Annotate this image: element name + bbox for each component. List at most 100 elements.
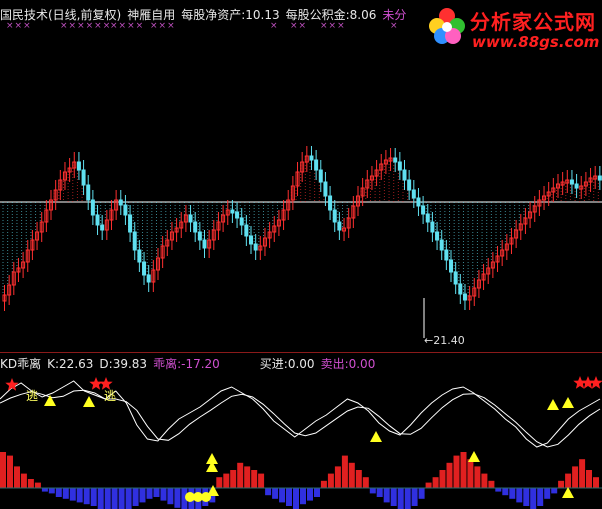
deviation-bar — [14, 466, 20, 488]
candle-body — [230, 209, 235, 214]
candle-body — [146, 274, 151, 283]
logo-title: 分析家公式网 — [470, 10, 596, 34]
deviation-bar — [160, 488, 167, 501]
deviation-bar — [467, 459, 474, 488]
yellow-triangle-icon — [547, 399, 559, 410]
red-star-icon — [99, 377, 113, 390]
candle-body — [253, 243, 258, 251]
flower-logo-icon — [429, 8, 465, 44]
deviation-bar — [251, 470, 258, 488]
candle-body — [318, 169, 323, 183]
deviation-bar — [125, 488, 132, 509]
candle-body — [123, 204, 128, 216]
candle-body — [402, 169, 407, 181]
deviation-bar — [300, 488, 306, 505]
candle-body — [449, 259, 454, 273]
yellow-triangle-icon — [468, 451, 480, 462]
red-star-icon — [89, 377, 103, 390]
candle-body — [453, 271, 458, 285]
deviation-bar — [411, 488, 418, 506]
candle-body — [435, 231, 440, 241]
candle-body — [249, 235, 254, 245]
candle-body — [76, 161, 81, 171]
candle-body — [411, 189, 416, 199]
low-price-label: ←21.40 — [424, 334, 465, 347]
deviation-bar — [132, 488, 139, 506]
deviation-bar — [69, 488, 76, 501]
deviation-bar — [502, 488, 509, 496]
candle-body — [132, 231, 137, 251]
candle-body — [90, 199, 95, 216]
candle-body — [393, 157, 398, 163]
deviation-bar — [397, 488, 404, 509]
deviation-bar — [390, 488, 397, 506]
deviation-bar — [404, 488, 411, 509]
candle-body — [444, 249, 449, 261]
deviation-bar — [20, 473, 27, 488]
yellow-triangle-icon — [44, 395, 56, 406]
deviation-bar — [118, 488, 125, 509]
deviation-bar — [139, 488, 146, 503]
volume-hlines — [2, 156, 599, 300]
deviation-bar — [153, 488, 160, 497]
deviation-bar — [76, 488, 83, 503]
candle-body — [142, 261, 147, 276]
deviation-bar — [453, 455, 460, 488]
deviation-bars — [0, 452, 599, 509]
deviation-bar — [265, 488, 272, 496]
deviation-bar — [586, 470, 592, 488]
deviation-bar — [293, 488, 299, 509]
k-line — [0, 380, 601, 448]
deviation-bar — [48, 488, 55, 494]
deviation-bar — [369, 488, 376, 494]
deviation-bar — [272, 488, 279, 499]
deviation-bar — [334, 466, 341, 488]
deviation-bar — [439, 470, 446, 488]
yellow-triangle-icon — [370, 431, 382, 442]
candle-body — [332, 209, 337, 223]
deviation-bar — [383, 488, 390, 503]
deviation-bar — [0, 452, 6, 488]
deviation-bar — [481, 473, 488, 488]
deviation-bar — [244, 466, 251, 488]
deviation-bar — [237, 462, 244, 488]
low-marker: ←21.40 — [423, 298, 465, 347]
candle-body — [81, 169, 86, 186]
candle-body — [323, 181, 328, 197]
deviation-bar — [460, 452, 467, 488]
kd-indicator-chart[interactable]: 逃 逃 — [0, 369, 602, 509]
deviation-bar — [327, 473, 334, 488]
deviation-bar — [314, 488, 320, 497]
candle-body — [197, 231, 202, 241]
deviation-bar — [432, 477, 439, 488]
deviation-bar — [523, 488, 530, 506]
candle-body — [337, 221, 342, 231]
yellow-triangle-icon — [562, 487, 574, 498]
candle-body — [314, 159, 319, 171]
deviation-bar — [341, 455, 348, 488]
candle-body — [137, 249, 142, 263]
candle-body — [128, 214, 133, 233]
deviation-bar — [146, 488, 153, 499]
candle-body — [244, 224, 249, 237]
deviation-bar — [258, 473, 265, 488]
deviation-bar — [355, 470, 362, 488]
deviation-bar — [230, 470, 237, 488]
deviation-bar — [104, 488, 111, 509]
chart-window: 国民技术(日线,前复权) 神雁自用 每股净资产:10.13 每股公积金:8.06 未分 … — [0, 0, 602, 509]
yellow-triangle-icon — [83, 396, 95, 407]
candle-body — [328, 195, 333, 211]
deviation-bar — [530, 488, 537, 509]
candle-body — [193, 221, 198, 233]
deviation-bar — [593, 477, 599, 488]
candle-body — [416, 197, 421, 207]
candle-body — [407, 179, 412, 191]
site-logo[interactable]: 分析家公式网 www.88gs.com — [420, 0, 602, 56]
yellow-dot-icon — [201, 492, 211, 502]
candle-body — [430, 221, 435, 233]
candle-body — [458, 283, 463, 295]
candle-body — [574, 183, 579, 189]
deviation-bar — [216, 477, 223, 488]
deviation-bar — [348, 462, 355, 488]
candle-body — [95, 214, 100, 226]
